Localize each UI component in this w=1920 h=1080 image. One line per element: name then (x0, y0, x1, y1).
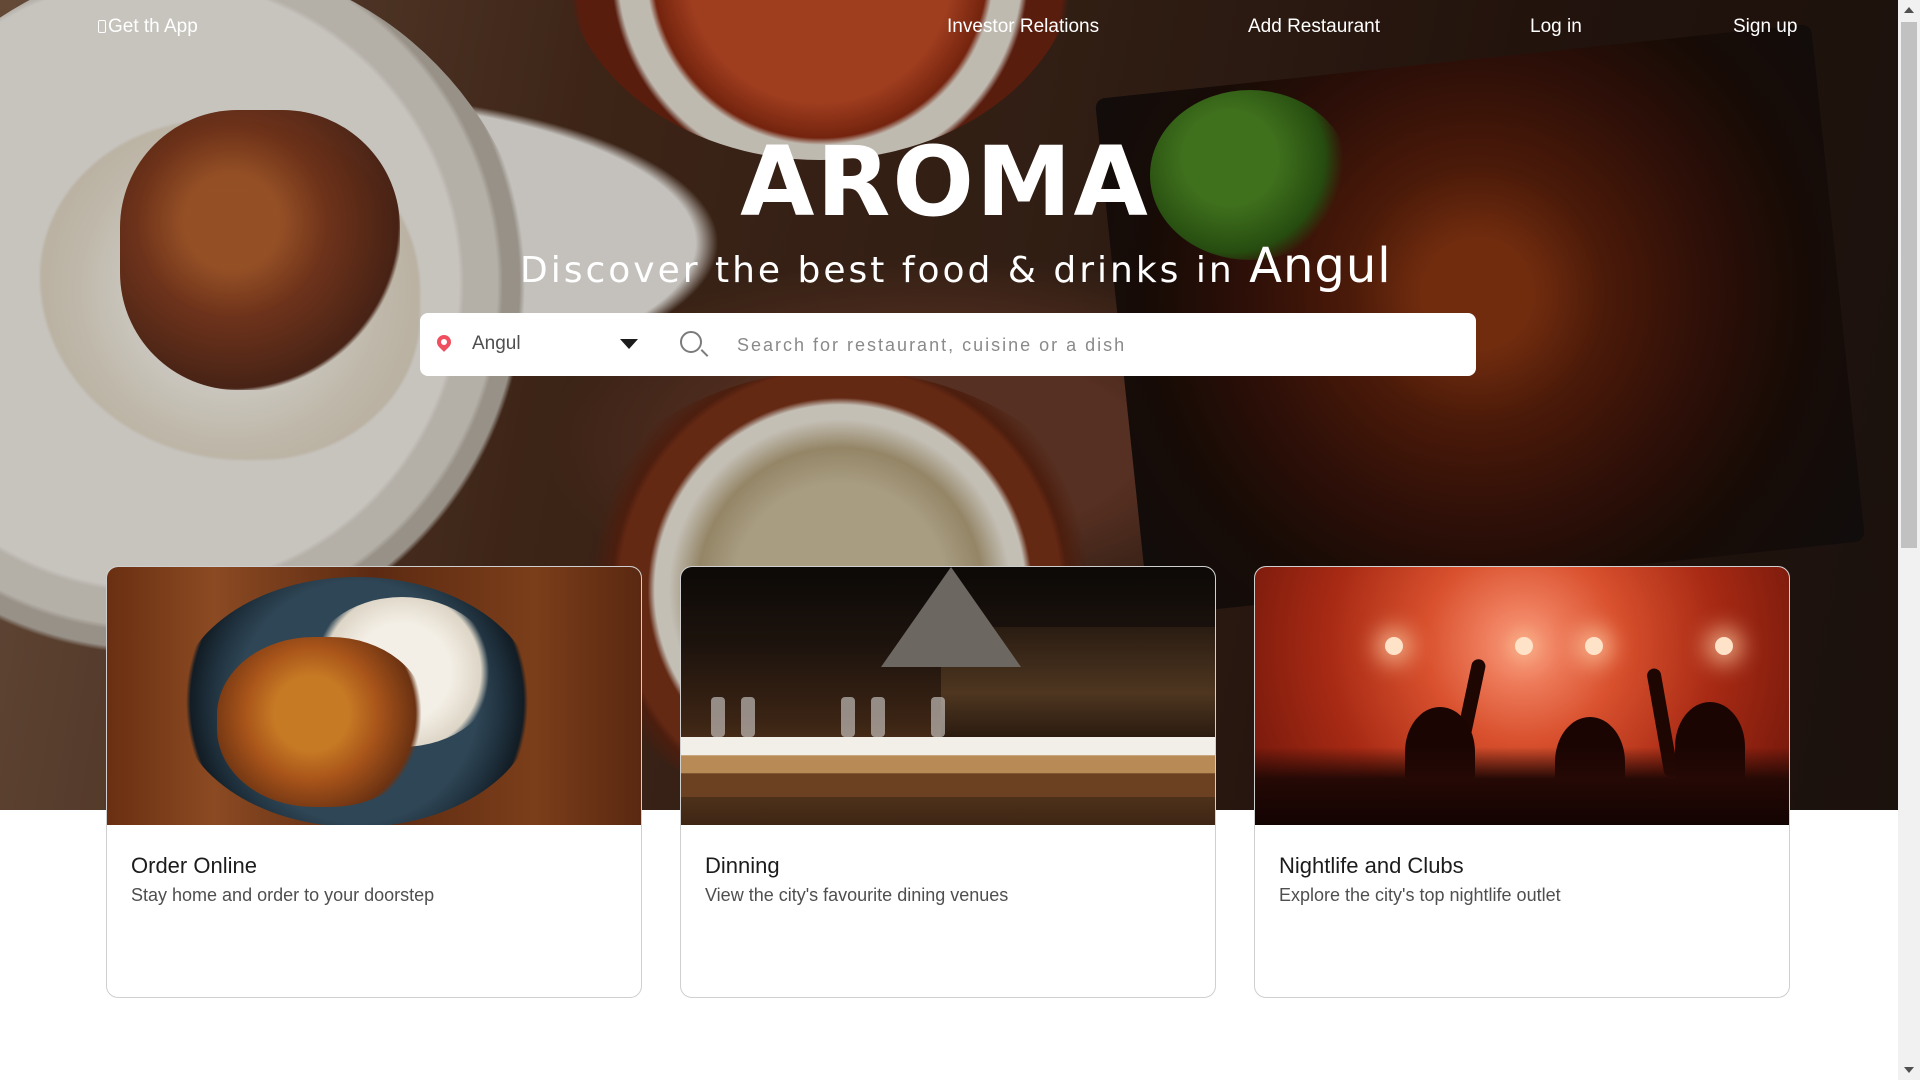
phone-icon (98, 20, 106, 33)
card-description: View the city's favourite dining venues (705, 885, 1009, 905)
stage-light (1515, 637, 1533, 655)
dining-table (681, 737, 1215, 797)
scroll-down-icon[interactable] (1904, 1067, 1914, 1073)
wine-glass (841, 697, 855, 737)
wine-glass (711, 697, 725, 737)
stage-light (1715, 637, 1733, 655)
add-restaurant-link[interactable]: Add Restaurant (1248, 16, 1380, 38)
page: Get th App Investor Relations Add Restau… (0, 0, 1920, 1080)
wine-glass (871, 697, 885, 737)
get-app-label: Get th App (108, 16, 198, 37)
scrollbar-thumb[interactable] (1901, 22, 1917, 548)
curry-pile (217, 637, 427, 807)
crowd-silhouette (1255, 747, 1789, 825)
wine-glass (931, 697, 945, 737)
card-title: Order Online (131, 853, 257, 878)
card-image-order-online (107, 567, 641, 825)
card-nightlife[interactable]: Nightlife and Clubs Explore the city's t… (1254, 566, 1790, 998)
investor-relations-link[interactable]: Investor Relations (947, 16, 1099, 38)
stage-light (1585, 637, 1603, 655)
search-bar: Angul (420, 313, 1476, 376)
login-link[interactable]: Log in (1530, 16, 1582, 38)
card-dining[interactable]: Dinning View the city's favourite dining… (680, 566, 1216, 998)
signup-link[interactable]: Sign up (1733, 16, 1797, 38)
card-order-online[interactable]: Order Online Stay home and order to your… (106, 566, 642, 998)
caret-down-icon[interactable] (620, 339, 638, 349)
card-image-nightlife (1255, 567, 1789, 825)
search-input[interactable] (737, 327, 1457, 363)
card-title: Nightlife and Clubs (1279, 853, 1464, 878)
stage-light (1385, 637, 1403, 655)
top-nav: Get th App Investor Relations Add Restau… (0, 16, 1898, 42)
tagline-prefix: Discover the best food & drinks in (520, 250, 1250, 291)
category-cards: Order Online Stay home and order to your… (106, 566, 1790, 998)
location-value: Angul (472, 333, 521, 354)
wine-glass (741, 697, 755, 737)
card-description: Explore the city's top nightlife outlet (1279, 885, 1561, 905)
hero-tagline: Discover the best food & drinks in Angul (520, 238, 1391, 294)
tagline-city: Angul (1249, 238, 1392, 294)
search-icon[interactable] (680, 331, 702, 353)
card-description: Stay home and order to your doorstep (131, 885, 435, 905)
card-image-dining (681, 567, 1215, 825)
card-title: Dinning (705, 853, 780, 878)
page-scrollbar[interactable] (1898, 0, 1920, 1080)
brand-logo-text: AROMA (740, 126, 1150, 238)
scroll-up-icon[interactable] (1904, 7, 1914, 13)
location-pin-icon (434, 332, 454, 352)
viewport: Get th App Investor Relations Add Restau… (0, 0, 1898, 1080)
location-selector[interactable]: Angul (420, 313, 660, 376)
get-app-link[interactable]: Get th App (98, 16, 198, 38)
dining-lamp (881, 567, 1021, 667)
